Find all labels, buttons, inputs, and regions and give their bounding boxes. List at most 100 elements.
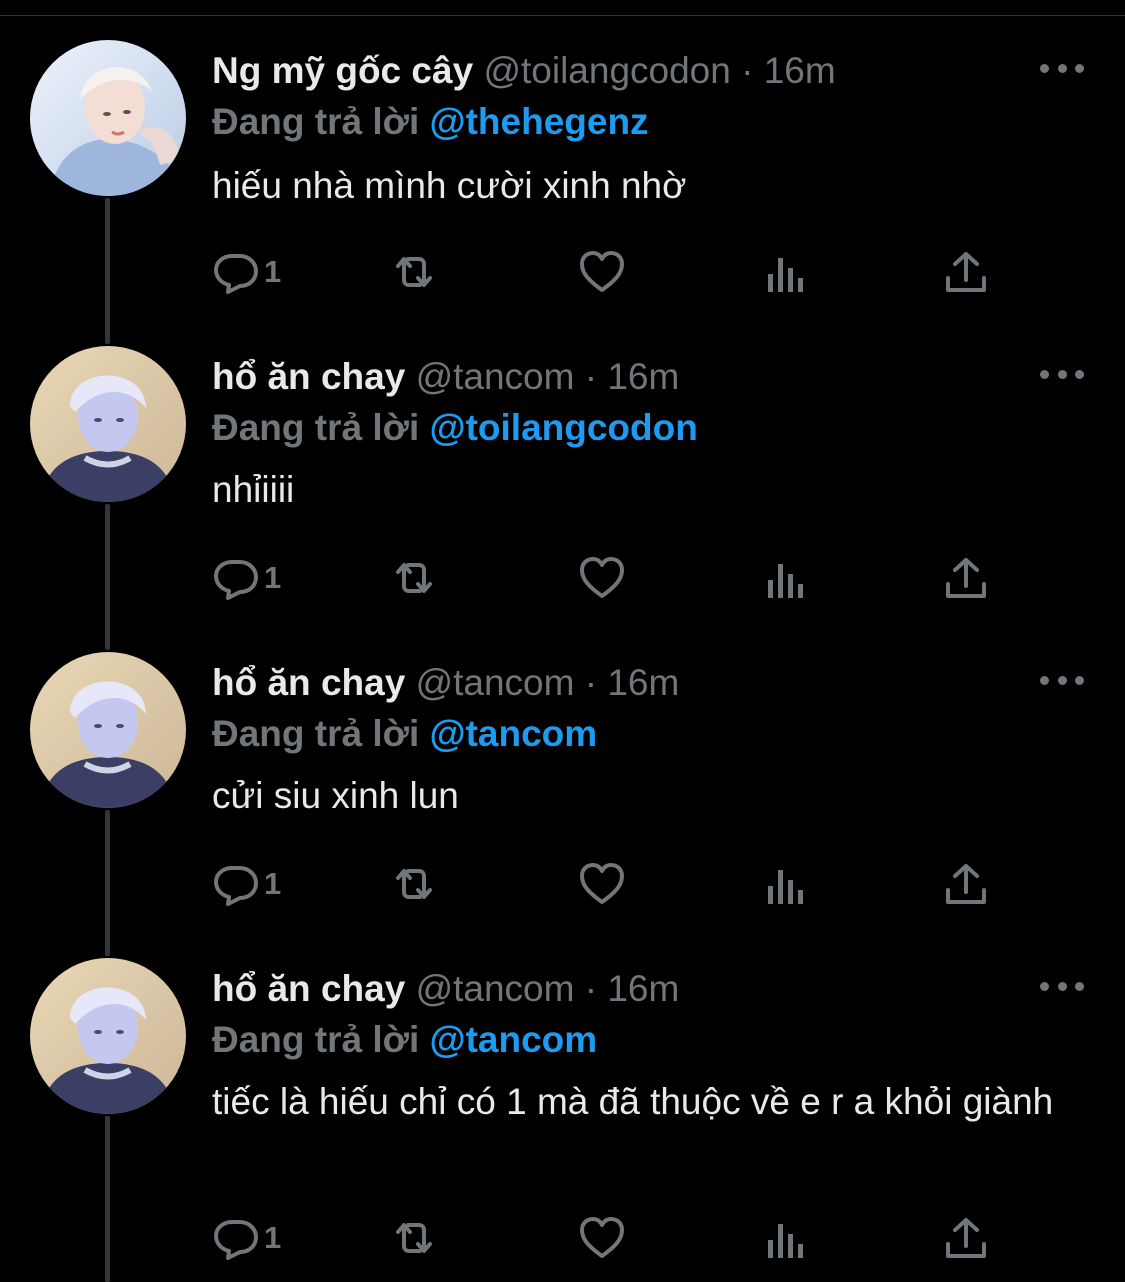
action-bar: 1 [212, 1210, 1012, 1266]
retweet-button[interactable] [390, 244, 438, 300]
replying-to: Đang trả lời @thehegenz [212, 96, 649, 148]
reply-thread: Ng mỹ gốc cây @toilangcodon · 16m Đang t… [0, 0, 1125, 1282]
replying-label: Đang trả lời [212, 101, 420, 142]
display-name[interactable]: Ng mỹ gốc cây [212, 50, 473, 91]
like-button[interactable] [578, 1210, 626, 1266]
replying-to: Đang trả lời @toilangcodon [212, 402, 698, 454]
replying-to: Đang trả lời @tancom [212, 1014, 597, 1066]
avatar[interactable] [30, 652, 186, 808]
more-icon[interactable] [1040, 366, 1084, 382]
reply-button[interactable]: 1 [212, 550, 281, 606]
avatar-image [30, 958, 186, 1114]
reply-button[interactable]: 1 [212, 1210, 281, 1266]
tweet[interactable]: hổ ăn chay @tancom · 16m Đang trả lời @t… [0, 612, 1125, 956]
reply-icon [214, 560, 258, 600]
analytics-icon [768, 870, 803, 904]
tweet-text: tiếc là hiếu chỉ có 1 mà đã thuộc về e r… [212, 1081, 1054, 1122]
analytics-icon [768, 1224, 803, 1258]
share-icon [946, 864, 986, 904]
more-icon[interactable] [1040, 60, 1084, 76]
share-button[interactable] [942, 550, 990, 606]
reply-button[interactable]: 1 [212, 244, 281, 300]
retweet-icon [396, 257, 432, 287]
display-name[interactable]: hổ ăn chay [212, 662, 405, 703]
tweet[interactable]: hổ ăn chay @tancom · 16m Đang trả lời @t… [0, 306, 1125, 650]
user-handle[interactable]: @tancom [416, 968, 575, 1009]
views-button[interactable] [762, 244, 810, 300]
analytics-icon [768, 258, 803, 292]
like-button[interactable] [578, 550, 626, 606]
avatar[interactable] [30, 40, 186, 196]
share-icon [946, 1218, 986, 1258]
heart-icon [580, 1217, 624, 1258]
retweet-icon [396, 869, 432, 899]
reply-button[interactable]: 1 [212, 856, 281, 912]
separator: · [584, 662, 598, 703]
reply-count: 1 [264, 866, 282, 901]
separator: · [741, 50, 754, 91]
mention-link[interactable]: @tancom [430, 1019, 598, 1060]
mention-link[interactable]: @toilangcodon [430, 407, 698, 448]
reply-icon [214, 866, 258, 906]
replying-label: Đang trả lời [212, 713, 420, 754]
retweet-icon [396, 563, 432, 593]
thread-connector [105, 1116, 110, 1282]
avatar[interactable] [30, 958, 186, 1114]
heart-icon [580, 863, 624, 904]
analytics-icon [768, 564, 803, 598]
tweet-text: cửi siu xinh lun [212, 775, 459, 816]
action-bar: 1 [212, 856, 1012, 912]
share-button[interactable] [942, 244, 990, 300]
user-handle[interactable]: @tancom [416, 662, 575, 703]
timestamp[interactable]: 16m [607, 356, 679, 397]
tweet-text: hiếu nhà mình cười xinh nhờ [212, 165, 687, 206]
share-button[interactable] [942, 1210, 990, 1266]
share-icon [946, 252, 986, 292]
reply-count: 1 [264, 1220, 282, 1255]
tweet[interactable]: hổ ăn chay @tancom · 16m Đang trả lời @t… [0, 918, 1125, 1282]
replying-label: Đang trả lời [212, 1019, 420, 1060]
share-icon [946, 558, 986, 598]
avatar-image [30, 346, 186, 502]
tweet-header: hổ ăn chay @tancom · 16m [212, 350, 679, 404]
timestamp[interactable]: 16m [764, 50, 836, 91]
reply-icon [214, 254, 258, 294]
timestamp[interactable]: 16m [607, 968, 679, 1009]
reply-count: 1 [264, 560, 282, 595]
replying-label: Đang trả lời [212, 407, 420, 448]
avatar[interactable] [30, 346, 186, 502]
action-bar: 1 [212, 550, 1012, 606]
tweet-header: hổ ăn chay @tancom · 16m [212, 656, 679, 710]
heart-icon [580, 251, 624, 292]
display-name[interactable]: hổ ăn chay [212, 356, 405, 397]
retweet-button[interactable] [390, 1210, 438, 1266]
action-bar: 1 [212, 244, 1012, 300]
reply-icon [214, 1220, 258, 1260]
heart-icon [580, 557, 624, 598]
like-button[interactable] [578, 244, 626, 300]
tweet-header: hổ ăn chay @tancom · 16m [212, 962, 679, 1016]
tweet-text: nhỉiiii [212, 469, 295, 510]
views-button[interactable] [762, 550, 810, 606]
retweet-button[interactable] [390, 856, 438, 912]
mention-link[interactable]: @thehegenz [430, 101, 649, 142]
avatar-image [30, 40, 186, 196]
like-button[interactable] [578, 856, 626, 912]
views-button[interactable] [762, 856, 810, 912]
more-icon[interactable] [1040, 672, 1084, 688]
tweet[interactable]: Ng mỹ gốc cây @toilangcodon · 16m Đang t… [0, 0, 1125, 344]
user-handle[interactable]: @tancom [416, 356, 575, 397]
retweet-button[interactable] [390, 550, 438, 606]
more-icon[interactable] [1040, 978, 1084, 994]
reply-count: 1 [264, 254, 282, 289]
separator: · [584, 968, 598, 1009]
separator: · [584, 356, 598, 397]
user-handle[interactable]: @toilangcodon [483, 50, 730, 91]
replying-to: Đang trả lời @tancom [212, 708, 597, 760]
views-button[interactable] [762, 1210, 810, 1266]
share-button[interactable] [942, 856, 990, 912]
timestamp[interactable]: 16m [607, 662, 679, 703]
tweet-header: Ng mỹ gốc cây @toilangcodon · 16m [212, 44, 836, 98]
display-name[interactable]: hổ ăn chay [212, 968, 405, 1009]
mention-link[interactable]: @tancom [430, 713, 598, 754]
